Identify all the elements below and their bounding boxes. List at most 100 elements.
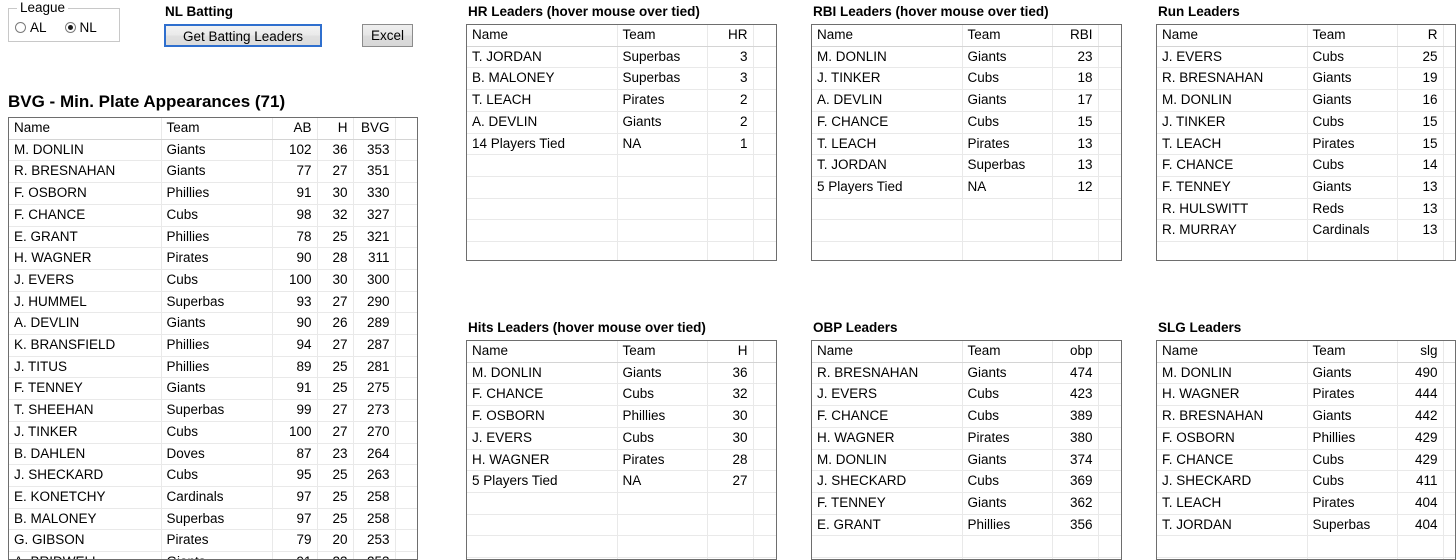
table-row: F. TENNEY Giants 13: [1157, 176, 1455, 199]
table-cell: J. SHECKARD: [1157, 470, 1308, 493]
radio-indicator-nl[interactable]: [64, 22, 76, 33]
table-cell-pad: [395, 486, 417, 509]
table-cell-pad: [753, 341, 776, 363]
table-row: K. BRANSFIELD Phillies 94 27 287: [9, 334, 417, 357]
table-cell: T. SHEEHAN: [9, 399, 162, 422]
table-cell: Cubs: [617, 427, 708, 450]
table-row: R. BRESNAHAN Giants 19: [1157, 67, 1455, 91]
table-cell: 25: [317, 356, 354, 379]
table-row: J. EVERS Cubs 100 30 300: [9, 269, 417, 292]
excel-export-button[interactable]: Excel: [362, 24, 413, 47]
table-cell: [812, 198, 963, 221]
table-cell: T. JORDAN: [467, 46, 618, 69]
table-cell-pad: [395, 312, 417, 336]
bvg-table[interactable]: Name Team AB H BVG M. DONLIN Giants 102 36 353 R. …: [8, 117, 418, 560]
table-cell: 25: [317, 508, 354, 531]
table-cell-pad: [753, 25, 776, 47]
table-row: M. DONLIN Giants 490: [1157, 362, 1455, 385]
table-cell: 311: [353, 247, 396, 270]
hr-leaders-table[interactable]: Name Team HR T. JORDAN Superbas 3 B. MALONEY Su…: [466, 24, 777, 261]
table-cell-pad: [1098, 133, 1121, 156]
table-cell: 93: [272, 291, 318, 314]
table-cell: Giants: [1307, 89, 1398, 112]
table-cell: 27: [317, 399, 354, 422]
table-cell: A. DEVLIN: [9, 312, 162, 336]
table-cell: E. GRANT: [9, 226, 162, 249]
table-cell: Giants: [161, 551, 273, 559]
table-header-row: Name Team obp: [812, 341, 1121, 363]
table-cell-pad: [1098, 470, 1121, 493]
run-leaders-body: Name Team R J. EVERS Cubs 25 R. BRESNAHAN Giant…: [1157, 25, 1455, 260]
table-cell: Cubs: [1307, 154, 1398, 177]
table-row: [467, 154, 776, 177]
table-cell: 389: [1052, 405, 1099, 428]
table-row: J. TINKER Cubs 18: [812, 67, 1121, 91]
table-cell: J. EVERS: [467, 427, 618, 450]
table-cell-pad: [1443, 449, 1455, 472]
league-radio-row: AL NL: [15, 20, 97, 35]
table-cell: Giants: [617, 111, 708, 134]
table-row: T. LEACH Pirates 13: [812, 133, 1121, 156]
table-cell: 89: [272, 356, 318, 379]
table-cell: 13: [1397, 219, 1444, 243]
run-leaders-table[interactable]: Name Team R J. EVERS Cubs 25 R. BRESNAHAN Giant…: [1156, 24, 1456, 261]
table-column-header: slg: [1397, 341, 1444, 363]
table-cell: 27: [317, 421, 354, 444]
table-cell-pad: [395, 508, 417, 531]
table-cell: 102: [272, 139, 318, 162]
table-cell-pad: [1443, 133, 1455, 156]
table-cell: Giants: [962, 89, 1053, 112]
table-cell: 287: [353, 334, 396, 357]
table-row: M. DONLIN Giants 36: [467, 362, 776, 385]
table-row: H. WAGNER Pirates 28: [467, 449, 776, 472]
table-cell: 30: [707, 405, 754, 428]
table-row: F. CHANCE Cubs 14: [1157, 154, 1455, 177]
table-cell-pad: [1098, 25, 1121, 47]
table-cell: Cubs: [962, 111, 1053, 134]
table-cell: 369: [1052, 470, 1099, 493]
table-cell: Giants: [962, 492, 1053, 515]
table-cell: 275: [353, 377, 396, 401]
rbi-leaders-table[interactable]: Name Team RBI M. DONLIN Giants 23 J. TINKER Cub…: [811, 24, 1122, 261]
table-row: R. BRESNAHAN Giants 77 27 351: [9, 160, 417, 184]
obp-leaders-table[interactable]: Name Team obp R. BRESNAHAN Giants 474 J. EVERS…: [811, 340, 1122, 560]
table-cell: [1052, 535, 1099, 559]
table-cell: [707, 535, 754, 558]
radio-option-al[interactable]: AL: [15, 20, 47, 35]
table-row: J. EVERS Cubs 25: [1157, 46, 1455, 69]
slg-leaders-table[interactable]: Name Team slg M. DONLIN Giants 490 H. WAGNER Pi…: [1156, 340, 1456, 560]
table-cell: 100: [272, 269, 318, 292]
table-cell: K. BRANSFIELD: [9, 334, 162, 357]
table-cell-pad: [753, 219, 776, 242]
table-row: H. WAGNER Pirates 380: [812, 427, 1121, 450]
table-cell-pad: [395, 118, 417, 140]
table-cell: M. DONLIN: [1157, 89, 1308, 112]
table-cell: E. GRANT: [812, 514, 963, 537]
table-column-header: RBI: [1052, 25, 1099, 47]
table-cell: F. TENNEY: [1157, 176, 1308, 199]
table-cell: [617, 219, 708, 242]
get-batting-leaders-button[interactable]: Get Batting Leaders: [164, 24, 322, 47]
table-cell-pad: [1443, 111, 1455, 134]
table-row: J. EVERS Cubs 423: [812, 383, 1121, 407]
radio-option-nl[interactable]: NL: [64, 20, 97, 35]
table-cell-pad: [1098, 111, 1121, 134]
table-cell: 27: [317, 334, 354, 357]
table-cell-pad: [1098, 241, 1121, 260]
table-cell: Superbas: [161, 399, 273, 422]
table-row: T. JORDAN Superbas 13: [812, 154, 1121, 177]
table-cell: F. TENNEY: [9, 377, 162, 401]
table-cell: F. OSBORN: [467, 405, 618, 428]
radio-indicator-al[interactable]: [15, 22, 26, 33]
table-column-header: R: [1397, 25, 1444, 47]
batting-section-title: NL Batting: [165, 4, 233, 19]
table-cell: Giants: [161, 312, 273, 336]
table-cell: Cubs: [1307, 449, 1398, 472]
table-cell: 14: [1397, 154, 1444, 177]
table-cell-pad: [1098, 383, 1121, 407]
hits-leaders-table[interactable]: Name Team H M. DONLIN Giants 36 F. CHANCE Cubs 3…: [466, 340, 777, 560]
table-cell: Pirates: [617, 449, 708, 472]
table-row: B. MALONEY Superbas 3: [467, 67, 776, 91]
table-cell-pad: [1443, 198, 1455, 221]
table-row: B. DAHLEN Doves 87 23 264: [9, 443, 417, 466]
